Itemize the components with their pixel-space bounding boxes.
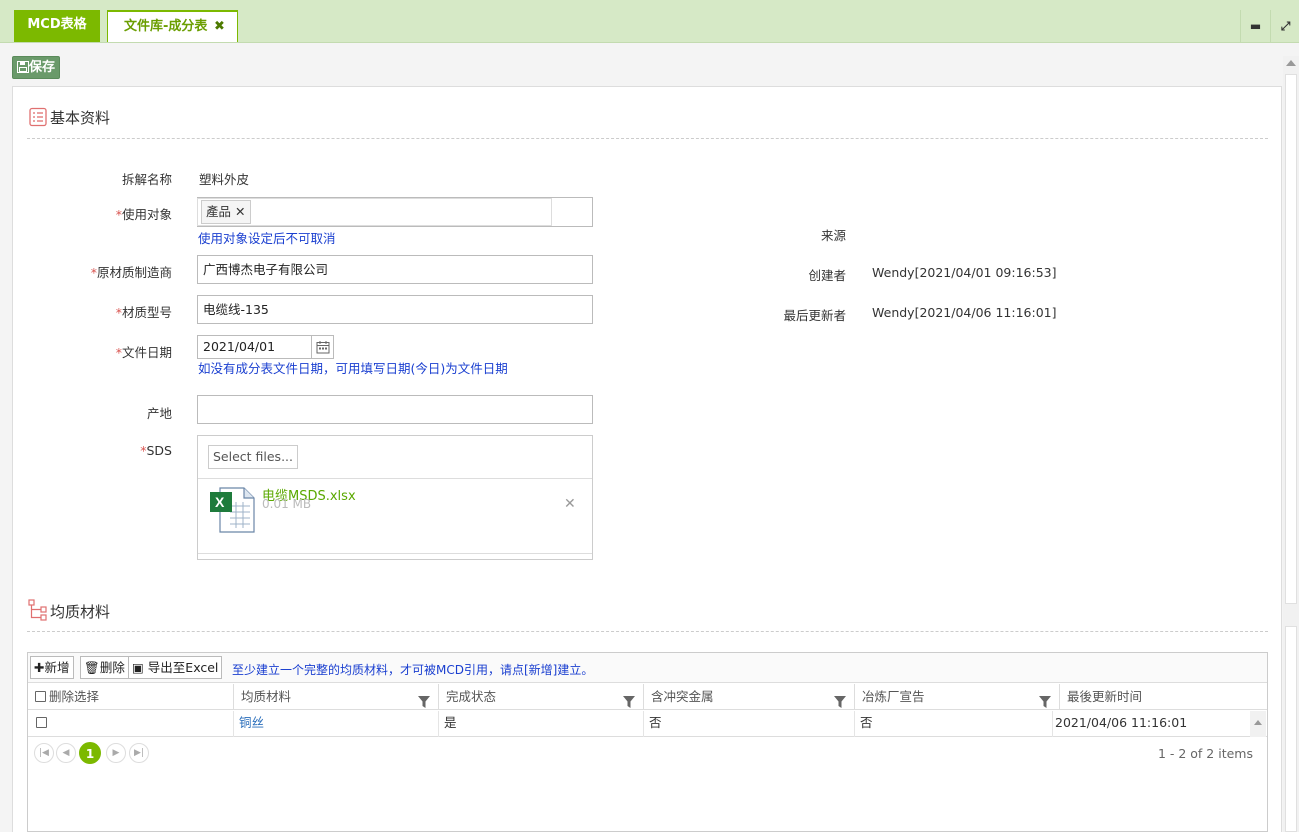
- grid-header: 删除选择 均质材料 完成状态 含冲突金属 冶炼厂宣告 最後更新时间: [28, 684, 1267, 710]
- decompose-name-label: 拆解名称: [121, 172, 172, 187]
- tab-component-sheet-label: 文件库-成分表: [124, 19, 208, 34]
- pager: |◀ ◀ 1 ▶ ▶| 1 - 2 of 2 items: [28, 739, 1267, 769]
- svg-text:X: X: [215, 494, 225, 510]
- close-icon[interactable]: ✖: [214, 19, 225, 34]
- last-page-icon[interactable]: ▶|: [129, 743, 149, 763]
- use-target-label: *使用对象: [115, 207, 172, 222]
- material-cell: 铜丝: [234, 711, 439, 737]
- scrollbar-thumb[interactable]: [1285, 74, 1297, 604]
- floppy-disk-icon: [16, 61, 29, 73]
- row-checkbox-cell: [28, 711, 234, 737]
- scroll-up-icon[interactable]: [1254, 720, 1262, 725]
- smelter-cell: 否: [855, 711, 1053, 737]
- tree-icon: [28, 599, 47, 621]
- use-target-tag[interactable]: 產品 ✕: [201, 200, 251, 224]
- minimize-button[interactable]: ▬: [1240, 10, 1270, 42]
- use-target-tag-label: 產品: [206, 204, 232, 219]
- list-icon: [29, 107, 47, 127]
- calendar-icon[interactable]: [311, 336, 333, 358]
- updater-label: 最后更新者: [783, 308, 846, 323]
- page-scrollbar[interactable]: [1283, 56, 1299, 832]
- scroll-up-icon[interactable]: [1286, 60, 1296, 66]
- maximize-icon: ⤢: [1280, 19, 1291, 33]
- remove-file-icon[interactable]: ✕: [564, 496, 576, 512]
- column-updated[interactable]: 最後更新时间: [1060, 684, 1267, 710]
- column-status[interactable]: 完成状态: [439, 684, 644, 710]
- material-link[interactable]: 铜丝: [239, 715, 264, 730]
- divider: [198, 553, 592, 554]
- select-files-button[interactable]: Select files...: [208, 445, 298, 469]
- save-label: 保存: [28, 60, 55, 75]
- pager-info: 1 - 2 of 2 items: [1157, 746, 1253, 761]
- creator-label: 创建者: [808, 268, 846, 283]
- grid-toolbar: ✚新增 🗑删除 ▣ 导出至Excel 至少建立一个完整的均质材料，才可被MCD引…: [28, 653, 1267, 683]
- tab-bar: MCD表格 文件库-成分表 ✖ ▬ ⤢: [0, 0, 1299, 43]
- table-row: 铜丝 是 否 否 2021/04/06 11:16:01: [28, 711, 1267, 737]
- doc-date-hint: 如没有成分表文件日期，可用填写日期(今日)为文件日期: [198, 361, 508, 376]
- save-button[interactable]: 保存: [12, 56, 60, 79]
- column-delete-select[interactable]: 删除选择: [28, 684, 234, 710]
- materials-grid: ✚新增 🗑删除 ▣ 导出至Excel 至少建立一个完整的均质材料，才可被MCD引…: [27, 652, 1268, 832]
- page-1-button[interactable]: 1: [79, 742, 101, 764]
- remove-tag-icon[interactable]: ✕: [235, 204, 245, 219]
- sds-label: *SDS: [140, 443, 172, 458]
- status-cell: 是: [439, 711, 644, 737]
- column-smelter[interactable]: 冶炼厂宣告: [855, 684, 1060, 710]
- source-label: 来源: [820, 228, 846, 243]
- excel-icon: ▣: [132, 660, 144, 675]
- row-checkbox[interactable]: [36, 717, 47, 728]
- column-conflict-metals[interactable]: 含冲突金属: [644, 684, 855, 710]
- origin-input[interactable]: [197, 395, 593, 424]
- plus-icon: ✚: [34, 660, 45, 675]
- origin-label: 产地: [146, 406, 172, 421]
- basic-info-title: 基本资料: [50, 109, 111, 127]
- excel-file-icon: X: [210, 486, 256, 537]
- doc-date-label: *文件日期: [115, 345, 172, 360]
- grid-scrollbar[interactable]: [1250, 711, 1266, 737]
- basic-info-heading: 基本资料: [28, 107, 110, 128]
- creator-value: Wendy[2021/04/01 09:16:53]: [872, 265, 1057, 280]
- divider: [27, 631, 1268, 632]
- uploaded-file-size: 0.01 MB: [262, 497, 312, 511]
- scrollbar-track-lower: [1285, 626, 1297, 832]
- tab-mcd-table[interactable]: MCD表格: [14, 10, 100, 42]
- manufacturer-input[interactable]: 广西博杰电子有限公司: [197, 255, 593, 284]
- updater-value: Wendy[2021/04/06 11:16:01]: [872, 305, 1057, 320]
- tab-component-sheet[interactable]: 文件库-成分表 ✖: [107, 10, 238, 42]
- conflict-cell: 否: [644, 711, 855, 737]
- use-target-hint: 使用对象设定后不可取消: [198, 231, 336, 246]
- updated-cell: 2021/04/06 11:16:01: [1055, 715, 1188, 730]
- grid-hint: 至少建立一个完整的均质材料，才可被MCD引用，请点[新增]建立。: [232, 663, 594, 677]
- select-all-checkbox[interactable]: [35, 691, 46, 702]
- manufacturer-label: *原材质制造商: [90, 265, 172, 280]
- delete-button[interactable]: 🗑删除: [80, 656, 129, 679]
- minimize-icon: ▬: [1249, 19, 1262, 33]
- maximize-button[interactable]: ⤢: [1270, 10, 1299, 42]
- model-label: *材质型号: [115, 305, 172, 320]
- materials-heading: 均质材料: [28, 599, 110, 622]
- decompose-name-value: 塑料外皮: [199, 172, 250, 187]
- export-excel-button[interactable]: ▣ 导出至Excel: [128, 656, 223, 679]
- next-page-icon[interactable]: ▶: [106, 743, 126, 763]
- materials-title: 均质材料: [50, 603, 111, 621]
- tab-mcd-label: MCD表格: [27, 17, 87, 32]
- first-page-icon[interactable]: |◀: [34, 743, 54, 763]
- divider: [27, 138, 1268, 139]
- model-input[interactable]: 电缆线-135: [197, 295, 593, 324]
- sds-upload: Select files... X 电缆MSDS.xlsx 0.01 MB ✕: [197, 435, 593, 560]
- trash-icon: 🗑: [84, 660, 100, 675]
- column-material[interactable]: 均质材料: [234, 684, 439, 710]
- prev-page-icon[interactable]: ◀: [56, 743, 76, 763]
- divider: [198, 478, 592, 479]
- add-button[interactable]: ✚新增: [30, 656, 74, 679]
